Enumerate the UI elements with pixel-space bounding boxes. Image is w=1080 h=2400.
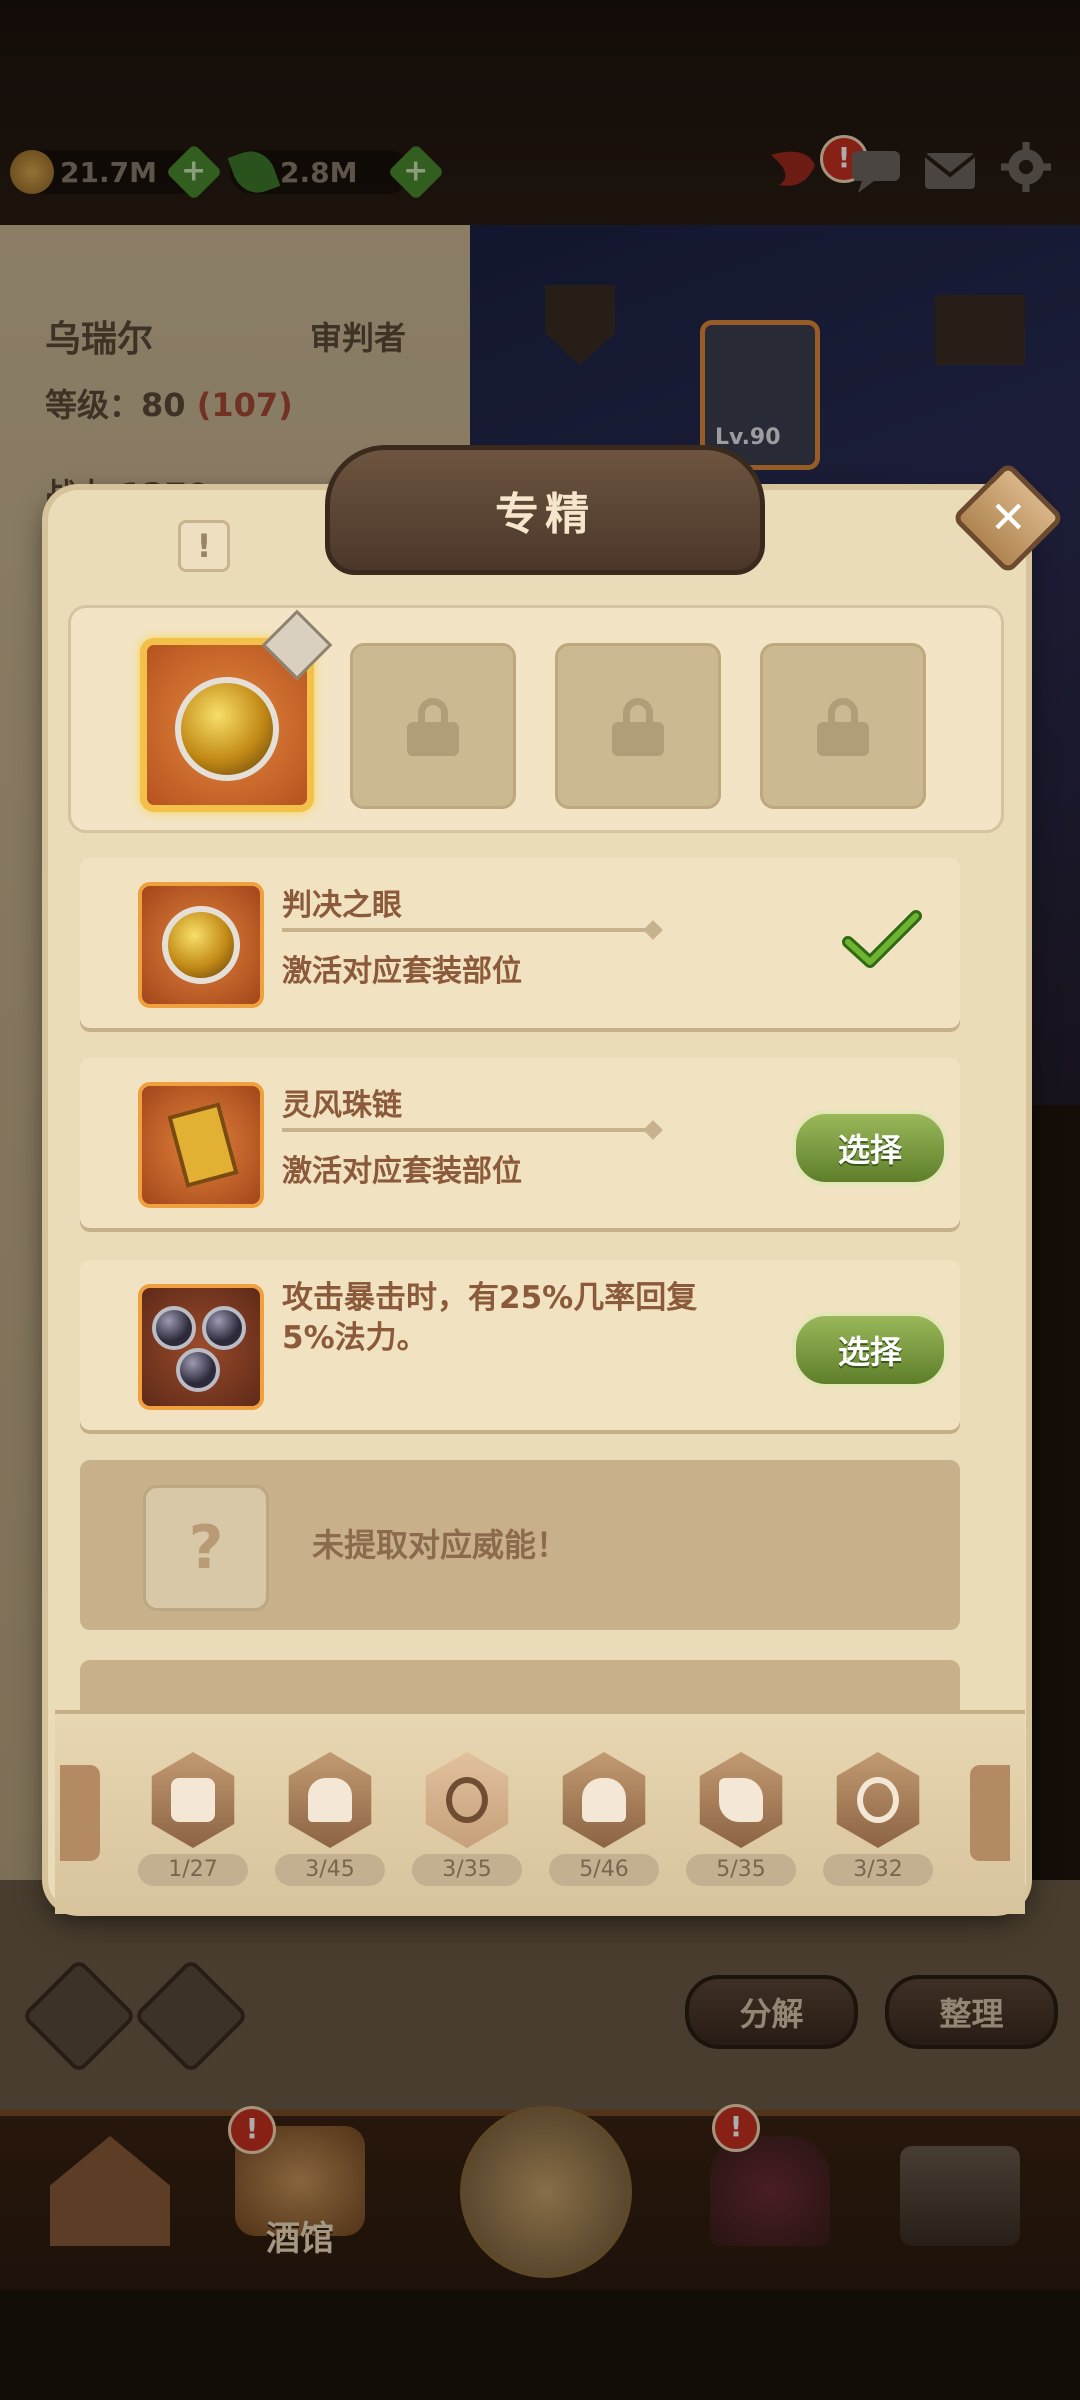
category-count: 5/35 <box>686 1854 796 1886</box>
lock-icon <box>817 698 869 756</box>
slot-locked-1 <box>350 643 516 809</box>
amber-eye-amulet-icon <box>138 882 264 1008</box>
category-count: 3/32 <box>823 1854 933 1886</box>
armor-glyph <box>582 1778 626 1822</box>
category-helmet[interactable]: 3/45 <box>275 1752 385 1912</box>
gauntlet-icon <box>699 1752 783 1848</box>
category-ring[interactable]: 3/32 <box>823 1752 933 1912</box>
ring-glyph <box>857 1777 899 1823</box>
divider <box>282 1128 652 1132</box>
category-necklace[interactable]: 3/35 <box>412 1752 522 1912</box>
category-count: 3/45 <box>275 1854 385 1886</box>
checkmark-icon <box>842 910 922 968</box>
amber-gem-icon <box>162 906 240 984</box>
category-book[interactable]: 1/27 <box>138 1752 248 1912</box>
lock-icon <box>612 698 664 756</box>
modal-title-banner: 专精 <box>325 445 765 575</box>
select-button[interactable]: 选择 <box>792 1312 948 1388</box>
helmet-icon <box>288 1752 372 1848</box>
option-card[interactable]: 判决之眼 激活对应套装部位 <box>80 858 960 1028</box>
book-icon <box>151 1752 235 1848</box>
slot-locked-3 <box>760 643 926 809</box>
option-effect-text: 攻击暴击时，有25%几率回复5%法力。 <box>282 1280 698 1356</box>
triple-orb-plate-icon <box>138 1284 264 1410</box>
info-button[interactable]: ! <box>178 520 230 572</box>
category-scroll-right[interactable] <box>970 1765 1010 1861</box>
category-armor[interactable]: 5/46 <box>549 1752 659 1912</box>
category-count: 3/35 <box>412 1854 522 1886</box>
option-title: 判决之眼 <box>282 888 402 923</box>
lock-icon <box>407 698 459 756</box>
pendant-plate-icon <box>167 1102 239 1188</box>
orb-icon <box>202 1306 246 1350</box>
amber-eye-amulet-icon <box>175 677 279 781</box>
armor-icon <box>562 1752 646 1848</box>
select-button[interactable]: 选择 <box>792 1110 948 1186</box>
category-count: 1/27 <box>138 1854 248 1886</box>
option-desc: 激活对应套装部位 <box>282 1154 522 1189</box>
gauntlet-glyph <box>719 1778 763 1822</box>
modal-title: 专精 <box>495 489 595 540</box>
necklace-icon <box>425 1752 509 1848</box>
card-pendant-icon <box>138 1082 264 1208</box>
orb-icon <box>152 1306 196 1350</box>
option-desc: 激活对应套装部位 <box>282 954 522 989</box>
ring-icon <box>836 1752 920 1848</box>
divider-end <box>643 1120 663 1140</box>
empty-option-text: 未提取对应威能！ <box>312 1526 569 1564</box>
divider-end <box>643 920 663 940</box>
category-count: 5/46 <box>549 1854 659 1886</box>
partial-option-card <box>80 1660 960 1710</box>
book-glyph <box>171 1778 215 1822</box>
orb-icon <box>176 1348 220 1392</box>
necklace-glyph <box>446 1777 488 1823</box>
option-card[interactable]: 攻击暴击时，有25%几率回复5%法力。 选择 <box>80 1260 960 1430</box>
close-icon: ✕ <box>989 492 1027 543</box>
question-mark-icon: ? <box>143 1485 269 1611</box>
option-card[interactable]: 灵风珠链 激活对应套装部位 选择 <box>80 1058 960 1228</box>
category-gauntlet[interactable]: 5/35 <box>686 1752 796 1912</box>
divider <box>282 928 652 932</box>
category-scroll-left[interactable] <box>60 1765 100 1861</box>
option-title: 灵风珠链 <box>282 1088 402 1123</box>
helmet-glyph <box>308 1778 352 1822</box>
slot-locked-2 <box>555 643 721 809</box>
